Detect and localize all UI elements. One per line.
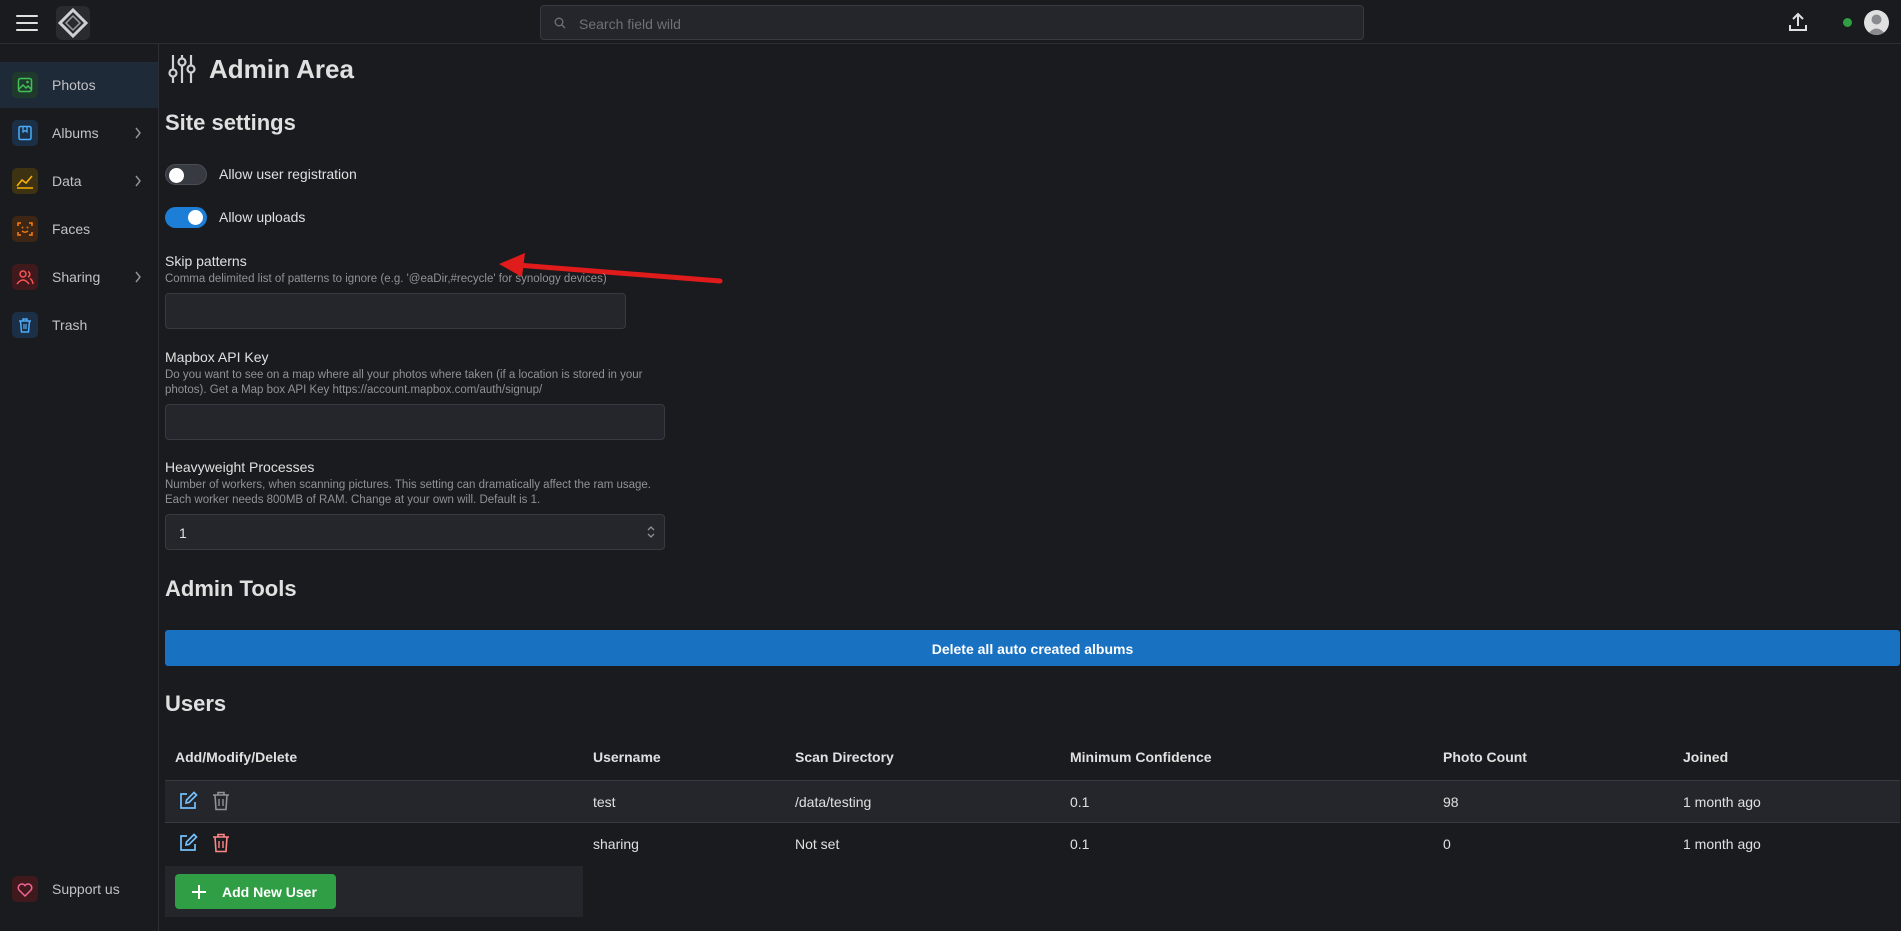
connection-status-dot [1843,18,1852,27]
search-box[interactable] [540,5,1364,41]
username-cell: test [593,794,616,810]
allow-uploads-label: Allow uploads [219,209,306,225]
search-input[interactable] [577,6,1341,41]
adjustments-icon [168,55,196,83]
face-icon [12,216,38,242]
column-header: Add/Modify/Delete [175,749,298,765]
page-title: Admin Area [209,54,354,84]
heart-icon [12,876,38,902]
sidebar-item-sharing[interactable]: Sharing [0,254,158,300]
add-new-user-label: Add New User [222,884,317,900]
sidebar-item-label: Faces [52,221,91,237]
edit-icon[interactable] [178,791,198,811]
allow-registration-label: Allow user registration [219,166,357,182]
chart-icon [12,168,38,194]
toggle-knob [188,210,203,225]
photo-count-cell: 0 [1443,836,1451,852]
search-icon [554,17,566,29]
support-label: Support us [52,881,120,897]
sidebar-item-albums[interactable]: Albums [0,110,158,156]
logo-icon [57,7,89,39]
joined-cell: 1 month ago [1683,836,1761,852]
photo-icon [12,72,38,98]
column-header: Joined [1683,749,1729,765]
top-bar [0,0,1901,44]
delete-auto-albums-button[interactable]: Delete all auto created albums [165,630,1900,666]
allow-uploads-toggle[interactable] [165,207,207,228]
main-content: Admin Area Site settings Allow user regi… [165,44,1901,931]
joined-cell: 1 month ago [1683,794,1761,810]
sidebar-item-support[interactable]: Support us [0,866,158,912]
delete-icon[interactable] [212,791,230,811]
album-icon [12,120,38,146]
avatar-icon [1867,14,1886,35]
sidebar-item-label: Photos [52,77,96,93]
username-cell: sharing [593,836,639,852]
chevron-right-icon [135,127,141,139]
scan-directory-cell: /data/testing [795,794,872,810]
sidebar-item-data[interactable]: Data [0,158,158,204]
min-confidence-cell: 0.1 [1070,794,1090,810]
table-row: test /data/testing 0.1 98 1 month ago [165,780,1900,823]
mapbox-description: Do you want to see on a map where all yo… [165,369,643,396]
toggle-knob [169,168,184,183]
column-header: Photo Count [1443,749,1527,765]
chevron-right-icon [135,271,141,283]
menu-icon[interactable] [16,12,38,32]
column-header: Username [593,749,661,765]
add-new-user-button[interactable]: Add New User [175,874,336,909]
skip-patterns-label: Skip patterns [165,253,247,269]
photo-count-cell: 98 [1443,794,1459,810]
allow-registration-toggle[interactable] [165,164,207,185]
site-settings-heading: Site settings [165,110,296,135]
plus-icon [192,885,206,899]
heavyweight-label: Heavyweight Processes [165,459,315,475]
app-logo[interactable] [56,6,90,40]
table-row: sharing Not set 0.1 0 1 month ago [165,823,1900,866]
scan-directory-cell: Not set [795,836,840,852]
sidebar-item-photos[interactable]: Photos [0,62,158,108]
select-arrows-icon [647,526,655,538]
sidebar-item-label: Data [52,173,82,189]
min-confidence-cell: 0.1 [1070,836,1090,852]
sidebar-item-label: Albums [52,125,99,141]
mapbox-label: Mapbox API Key [165,349,269,365]
mapbox-api-key-input[interactable] [165,404,665,440]
sidebar-item-faces[interactable]: Faces [0,206,158,252]
skip-patterns-input[interactable] [165,293,626,329]
sidebar-item-label: Sharing [52,269,101,285]
sidebar-item-trash[interactable]: Trash [0,302,158,348]
sidebar-item-label: Trash [52,317,88,333]
heavyweight-description: Number of workers, when scanning picture… [165,479,651,506]
sidebar: Photos Albums Data Faces Sharing Trash S… [0,44,159,931]
heavyweight-value: 1 [179,525,187,541]
add-user-footer: Add New User [165,866,583,917]
trash-icon [12,312,38,338]
column-header: Scan Directory [795,749,894,765]
users-icon [12,264,38,290]
user-avatar[interactable] [1864,10,1889,35]
upload-icon[interactable] [1786,10,1810,34]
column-header: Minimum Confidence [1070,749,1212,765]
heavyweight-select[interactable]: 1 [165,514,665,550]
edit-icon[interactable] [178,833,198,853]
users-heading: Users [165,691,227,716]
delete-icon[interactable] [212,833,230,853]
chevron-right-icon [135,175,141,187]
skip-patterns-description: Comma delimited list of patterns to igno… [165,273,607,285]
admin-tools-heading: Admin Tools [165,576,297,601]
